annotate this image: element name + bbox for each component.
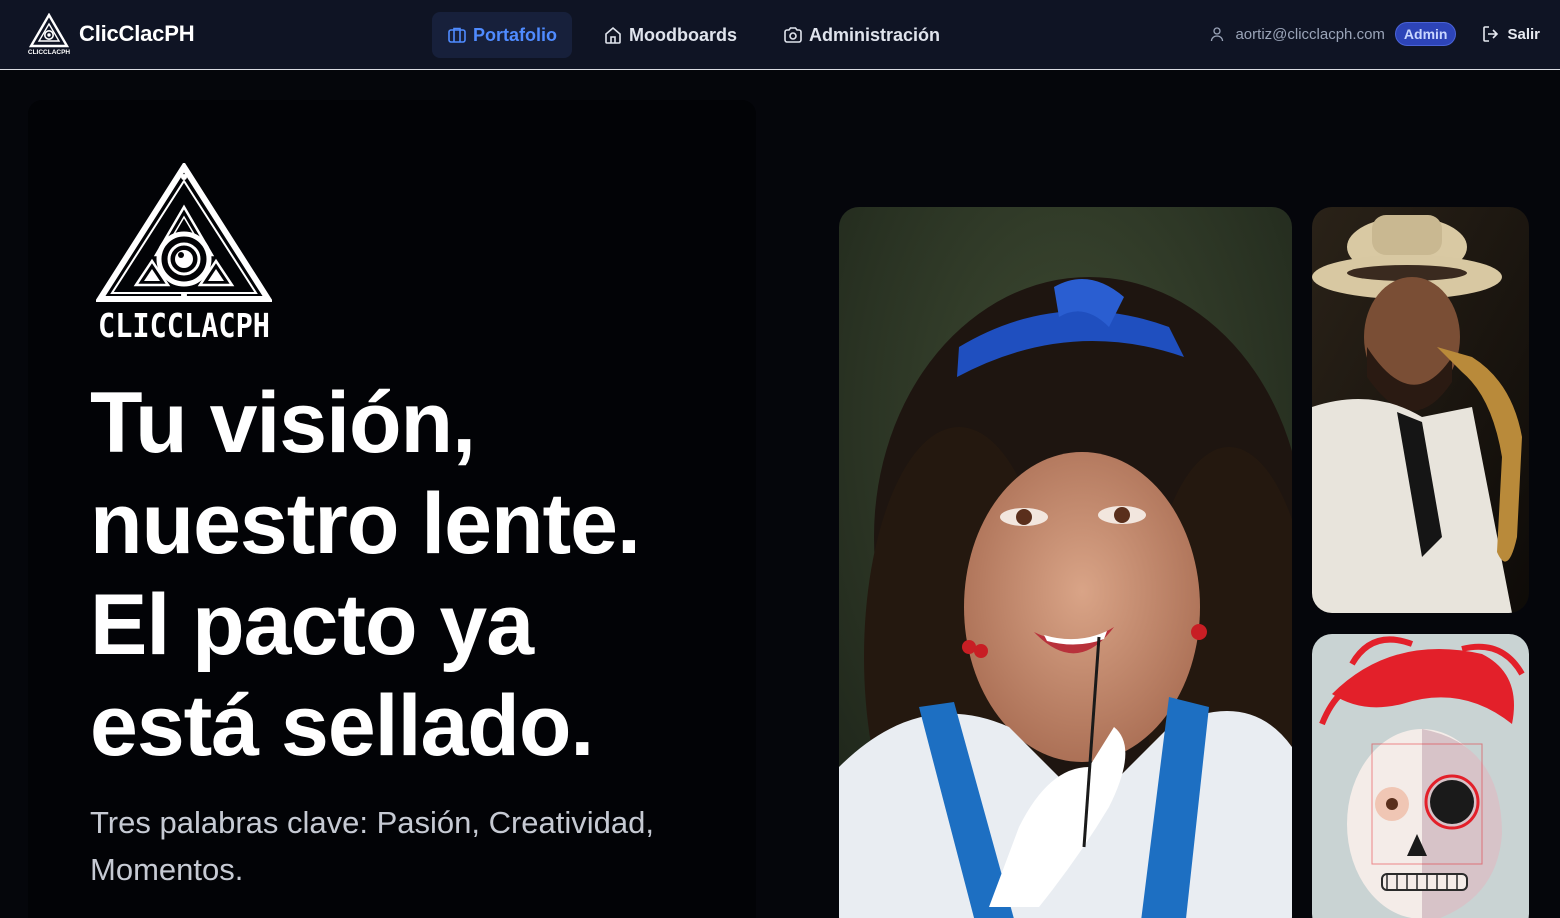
home-icon [603, 25, 623, 45]
nav-item-portafolio[interactable]: Portafolio [432, 12, 572, 58]
logout-button[interactable]: Salir [1481, 24, 1540, 44]
nav-item-label: Portafolio [473, 24, 557, 45]
hero-title-line: Tu visión, [90, 375, 476, 471]
user-area: aortiz@clicclacph.com Admin Salir [1209, 20, 1540, 48]
brand-logo-text: CLICCLACPH [28, 49, 70, 55]
hero-title-line: nuestro lente. [90, 476, 641, 572]
main-nav: Portafolio Moodboards Administración [432, 12, 971, 58]
role-badge: Admin [1394, 22, 1457, 46]
portfolio-icon [447, 25, 467, 45]
nav-item-administracion[interactable]: Administración [768, 12, 955, 58]
photo-portrait-woman[interactable] [839, 207, 1292, 918]
user-icon [1211, 27, 1224, 42]
hero-logo-text: CLICCLACPH [98, 306, 270, 341]
hero-title-line: El pacto ya [90, 577, 534, 673]
logout-label: Salir [1507, 25, 1540, 43]
photo-catrina[interactable] [1312, 634, 1529, 918]
brand-name[interactable]: ClicClacPH [79, 21, 195, 47]
logout-icon [1483, 26, 1499, 42]
eye-triangle-logo-icon: CLICCLACPH [28, 13, 70, 55]
brand[interactable]: CLICCLACPH ClicClacPH [28, 13, 195, 55]
photo-saxophonist[interactable] [1312, 207, 1529, 613]
user-email: aortiz@clicclacph.com [1235, 25, 1385, 43]
hero-title: Tu visión, nuestro lente. El pacto ya es… [90, 373, 770, 777]
nav-item-moodboards[interactable]: Moodboards [588, 12, 752, 58]
nav-item-label: Administración [809, 24, 941, 45]
hero-eye-triangle-logo: CLICCLACPH [96, 163, 272, 341]
camera-icon [783, 25, 803, 45]
nav-item-label: Moodboards [629, 24, 737, 45]
hero-title-line: está sellado. [90, 678, 594, 774]
top-navbar: CLICCLACPH ClicClacPH Portafolio Moodboa… [0, 0, 1560, 70]
hero-subtitle: Tres palabras clave: Pasión, Creatividad… [90, 805, 655, 887]
